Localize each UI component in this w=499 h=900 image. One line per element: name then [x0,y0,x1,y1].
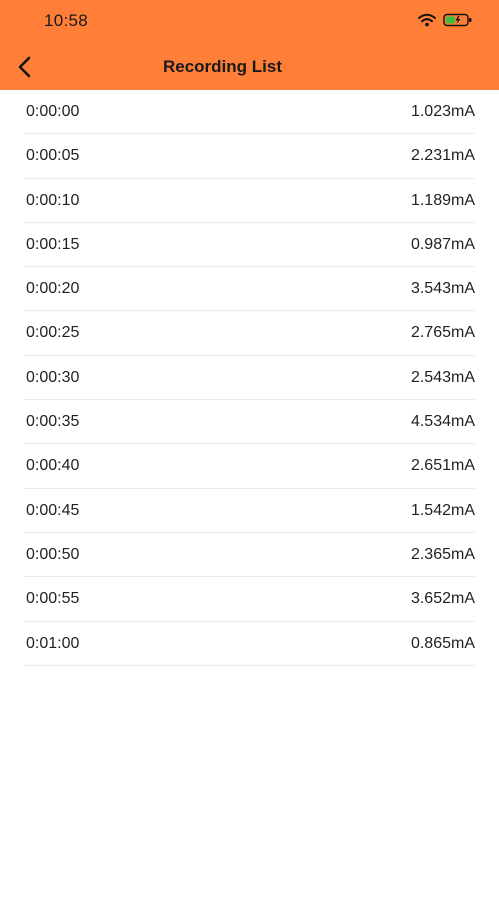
recording-value: 2.365mA [410,545,475,563]
recording-value: 3.543mA [410,280,475,298]
recording-value: 0.865mA [410,634,475,652]
recording-value: 1.023mA [410,103,475,120]
status-icons [418,12,473,32]
recording-time: 0:00:50 [26,545,80,563]
recording-value: 1.189mA [410,191,475,209]
recording-time: 0:00:25 [26,324,80,342]
list-item[interactable]: 0:00:15 0.987mA [24,223,475,268]
recording-value: 0.987mA [410,235,475,253]
recording-time: 0:00:20 [26,280,80,298]
list-item[interactable]: 0:00:45 1.542mA [24,489,475,533]
recording-time: 0:00:05 [26,147,80,165]
page-title: Recording List [162,57,282,76]
recording-time: 0:00:10 [26,191,80,209]
recording-time: 0:00:15 [26,235,80,253]
recording-value: 2.765mA [410,324,475,342]
list-item[interactable]: 0:00:40 2.651mA [24,444,475,489]
list-item[interactable]: 0:00:55 3.652mA [24,577,475,622]
list-item[interactable]: 0:00:05 2.231mA [24,134,475,179]
list-item[interactable]: 0:00:25 2.765mA [24,311,475,356]
recording-time: 0:00:40 [26,457,80,475]
recording-time: 0:00:55 [26,590,80,608]
list-item[interactable]: 0:00:50 2.365mA [24,533,475,578]
list-item[interactable]: 0:00:00 1.023mA [24,90,475,135]
list-item[interactable]: 0:00:30 2.543mA [24,356,475,401]
battery-charging-icon [443,13,473,32]
recording-value: 4.534mA [410,413,475,431]
recording-value: 3.652mA [410,590,475,608]
list-item[interactable]: 0:01:00 0.865mA [24,622,475,666]
list-item[interactable]: 0:00:20 3.543mA [24,267,475,312]
recording-time: 0:00:00 [26,103,80,120]
list-item[interactable]: 0:00:35 4.534mA [24,400,475,445]
recording-time: 0:00:35 [26,413,80,431]
recording-value: 2.651mA [410,457,475,475]
recording-value: 1.542mA [410,501,475,519]
recording-time: 0:00:45 [26,501,80,519]
recording-time: 0:01:00 [26,634,80,652]
wifi-icon [418,13,436,32]
recording-value: 2.543mA [410,368,475,386]
recording-value: 2.231mA [410,147,475,165]
list-item[interactable]: 0:00:10 1.189mA [24,179,475,223]
nav-header: 10:58 Recording List [0,0,499,90]
recording-list: 0:00:00 1.023mA 0:00:05 2.231mA 0:00:10 … [0,90,499,666]
recording-time: 0:00:30 [26,368,80,386]
status-time: 10:58 [44,11,89,30]
